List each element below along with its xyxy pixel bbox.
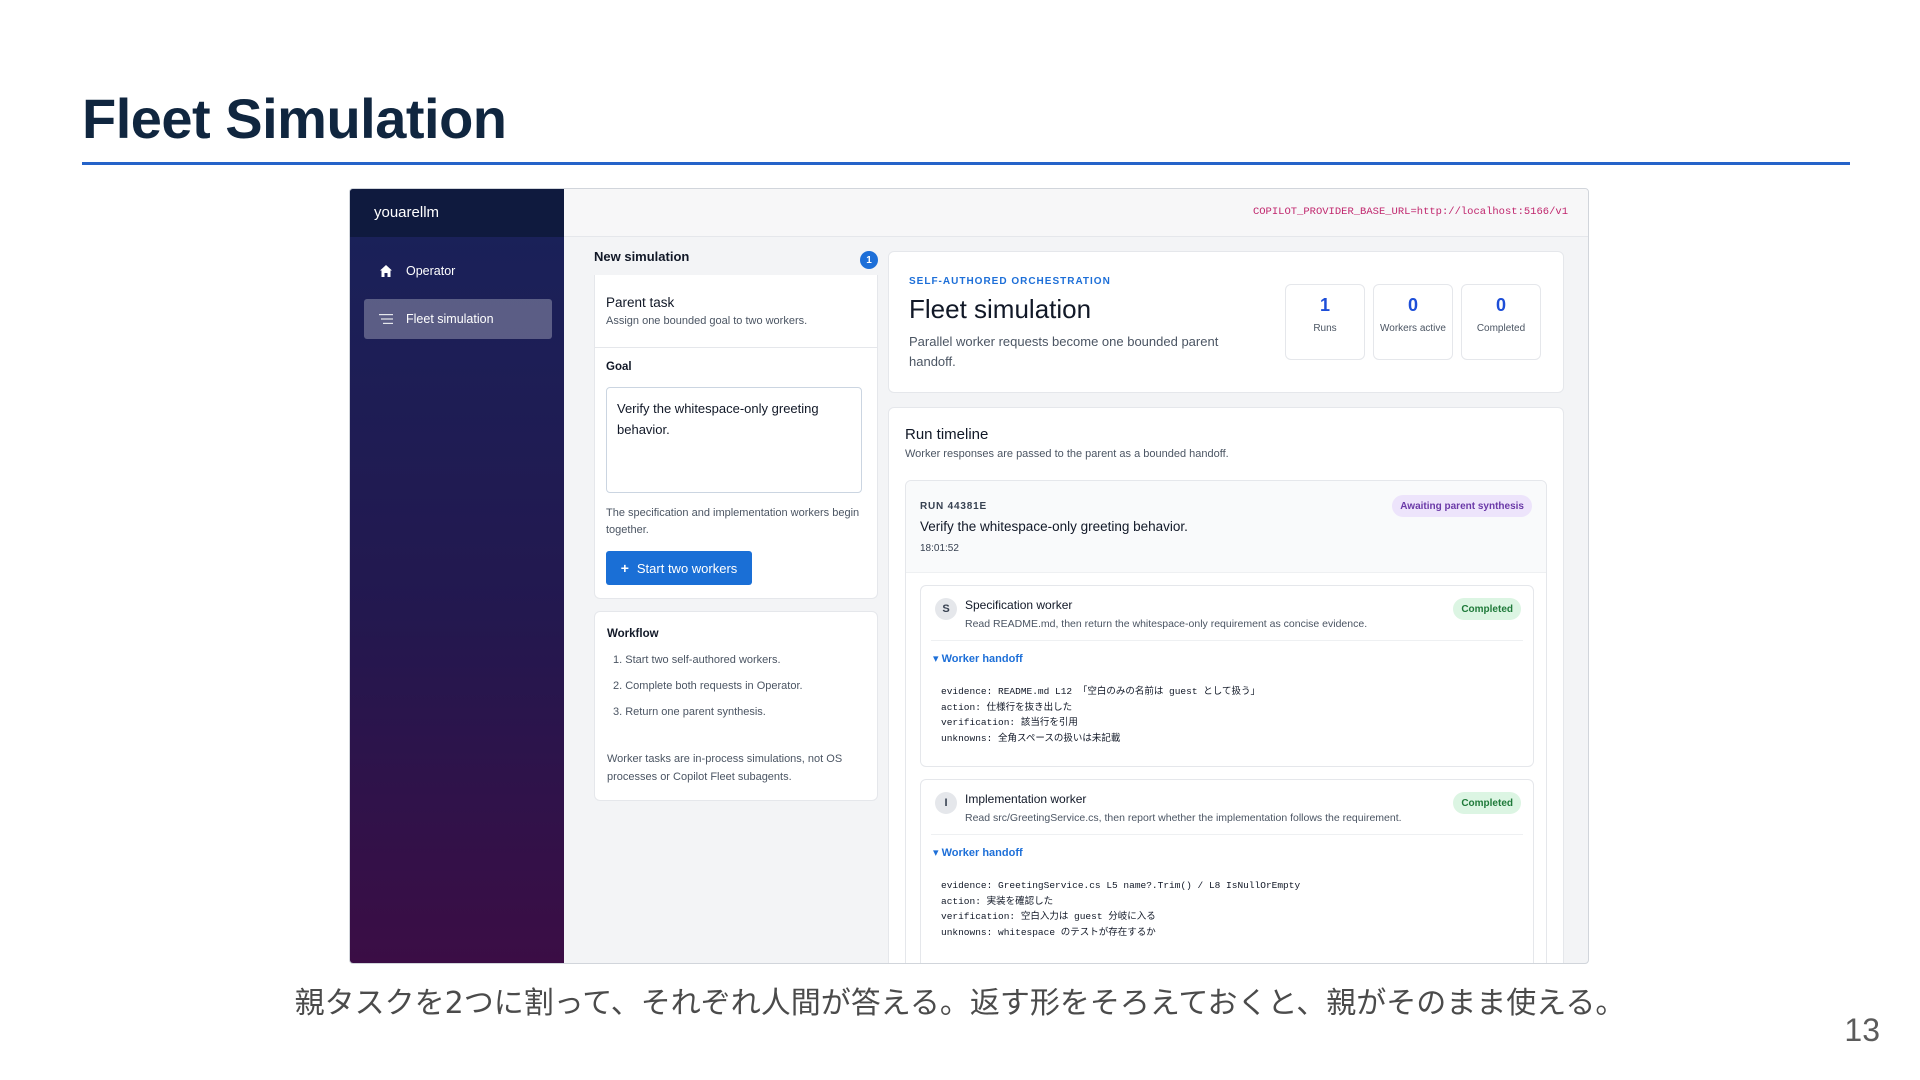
plus-icon: +	[620, 560, 629, 576]
workflow-title: Workflow	[607, 628, 659, 640]
title-rule	[82, 162, 1850, 165]
worker-handoff-content: evidence: GreetingService.cs L5 name?.Tr…	[941, 880, 1301, 938]
avatar: I	[935, 792, 957, 814]
summary-kicker: SELF-AUTHORED ORCHESTRATION	[909, 276, 1111, 287]
app-brand: youarellm	[350, 189, 564, 237]
stat-workers-active: 0 Workers active	[1373, 284, 1453, 360]
list-icon	[378, 311, 394, 327]
divider	[594, 347, 878, 348]
worker-handoff-toggle[interactable]: ▾ Worker handoff	[933, 652, 1023, 665]
start-note: The specification and implementation wor…	[606, 507, 860, 536]
run-entry: RUN 44381E Verify the whitespace-only gr…	[905, 480, 1547, 963]
status-badge: Completed	[1453, 598, 1521, 620]
stat-value: 1	[1319, 295, 1330, 315]
status-badge: Awaiting parent synthesis	[1392, 495, 1532, 517]
worker-name: Specification worker	[965, 598, 1073, 612]
specification-worker-card: S Specification worker Read README.md, t…	[920, 585, 1534, 767]
goal-label: Goal	[606, 361, 632, 373]
divider	[931, 640, 1523, 641]
parent-task-section: Parent task Assign one bounded goal to t…	[606, 295, 807, 327]
slide-caption: 親タスクを2つに割って、それぞれ人間が答える。返す形をそろえておくと、親がそのま…	[294, 986, 1626, 1021]
timeline-subtitle: Worker responses are passed to the paren…	[905, 448, 1229, 460]
summary-description: Parallel worker requests become one boun…	[909, 334, 1219, 369]
sidebar-item-fleet-simulation[interactable]: Fleet simulation	[364, 299, 552, 339]
workflow-note: Worker tasks are in-process simulations,…	[607, 753, 843, 783]
stat-runs: 1 Runs	[1285, 284, 1365, 360]
worker-handoff-toggle[interactable]: ▾ Worker handoff	[933, 846, 1023, 859]
sidebar: youarellm Operator Fleet simulation	[350, 189, 564, 963]
stat-label: Workers active	[1380, 323, 1446, 334]
goal-textarea[interactable]: Verify the whitespace-only greeting beha…	[606, 387, 862, 493]
app-screenshot: youarellm Operator Fleet simulation COPI…	[349, 188, 1589, 964]
run-id: RUN 44381E	[920, 501, 987, 512]
sidebar-item-label: Fleet simulation	[406, 312, 494, 326]
workflow-step: 2. Complete both requests in Operator.	[613, 680, 803, 692]
run-header: RUN 44381E Verify the whitespace-only gr…	[906, 481, 1546, 573]
top-bar: COPILOT_PROVIDER_BASE_URL=http://localho…	[564, 189, 1588, 237]
worker-handoff-content: evidence: README.md L12 「空白のみの名前は guest …	[941, 686, 1260, 744]
stat-completed: 0 Completed	[1461, 284, 1541, 360]
stat-label: Completed	[1476, 323, 1526, 334]
divider	[931, 834, 1523, 835]
sidebar-item-operator[interactable]: Operator	[364, 251, 552, 291]
workflow-step: 3. Return one parent synthesis.	[613, 706, 766, 718]
stat-value: 0	[1495, 295, 1506, 315]
parent-task-label: Parent task	[606, 295, 675, 310]
slide-title: Fleet Simulation	[82, 87, 507, 150]
env-variable: COPILOT_PROVIDER_BASE_URL=http://localho…	[1252, 206, 1568, 218]
worker-name: Implementation worker	[965, 792, 1087, 806]
worker-description: Read README.md, then return the whitespa…	[965, 618, 1368, 630]
stat-label: Runs	[1313, 323, 1337, 334]
start-two-workers-button[interactable]: + Start two workers	[606, 551, 752, 585]
avatar: S	[935, 598, 957, 620]
summary-title: Fleet simulation	[909, 294, 1092, 324]
run-timestamp: 18:01:52	[920, 543, 959, 554]
run-timeline-card: Run timeline Worker responses are passed…	[888, 407, 1564, 963]
notification-badge: 1	[860, 251, 878, 269]
stat-value: 0	[1407, 295, 1418, 315]
new-simulation-card: New simulation 1 Parent task Assign one …	[594, 249, 878, 599]
timeline-title: Run timeline	[905, 426, 989, 443]
summary-card: SELF-AUTHORED ORCHESTRATION Fleet simula…	[888, 251, 1564, 393]
start-button-label: Start two workers	[636, 560, 738, 576]
workflow-steps: 1. Start two self-authored workers. 2. C…	[613, 654, 803, 732]
run-goal: Verify the whitespace-only greeting beha…	[920, 519, 1188, 534]
new-simulation-title: New simulation	[594, 249, 690, 264]
worker-description: Read src/GreetingService.cs, then report…	[965, 812, 1402, 824]
page-number: 13	[1844, 1012, 1880, 1048]
parent-task-description: Assign one bounded goal to two workers.	[606, 315, 808, 327]
home-icon	[378, 263, 394, 279]
implementation-worker-card: I Implementation worker Read src/Greetin…	[920, 779, 1534, 963]
workflow-step: 1. Start two self-authored workers.	[613, 654, 781, 666]
sidebar-item-label: Operator	[406, 264, 456, 278]
workflow-card: Workflow 1. Start two self-authored work…	[594, 611, 878, 801]
status-badge: Completed	[1453, 792, 1521, 814]
